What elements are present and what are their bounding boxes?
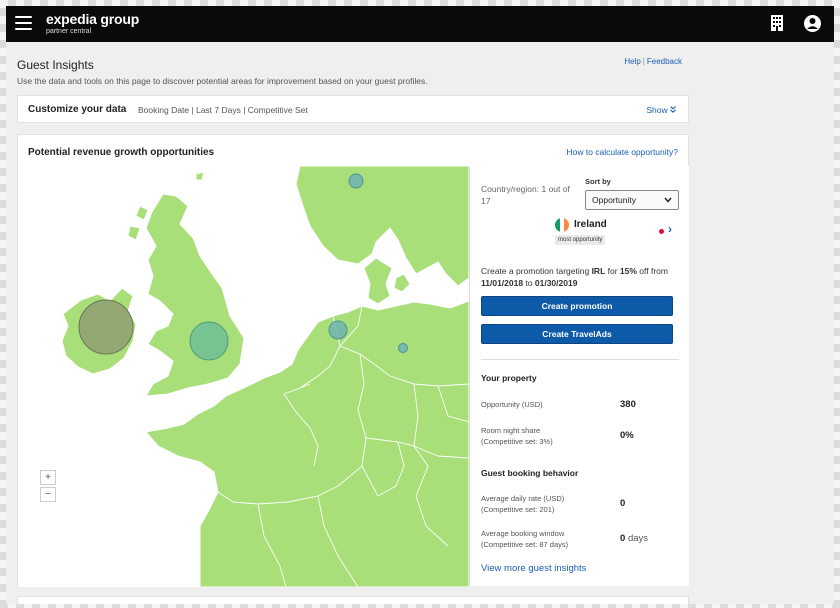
next-section-card [17,596,689,604]
customize-label: Customize your data [28,104,127,115]
bubble-netherlands[interactable] [328,320,348,340]
app-window: expedia group partner central Guest Insi… [6,6,834,604]
revenue-opportunities-card: Potential revenue growth opportunities H… [17,134,689,587]
country-region-count: Country/region: 1 out of 17 [481,184,570,206]
create-travelads-button[interactable]: Create TravelAds [481,324,673,344]
hamburger-menu-icon[interactable] [15,16,32,30]
brand-name: expedia group [46,11,140,27]
opportunity-map[interactable]: + − [18,166,469,587]
customize-filters: Booking Date | Last 7 Days | Competitive… [138,105,308,115]
bubble-norway[interactable] [348,173,364,189]
sort-by-label: Sort by [585,177,611,186]
sort-by-value: Opportunity [592,195,636,205]
top-navigation-bar: expedia group partner central [6,6,834,42]
page-description: Use the data and tools on this page to d… [17,76,428,86]
link-separator: | [642,57,645,66]
account-icon[interactable] [803,14,822,33]
help-links: Help | Feedback [624,57,682,66]
brand-subtitle: partner central [46,28,92,35]
double-chevron-down-icon [670,106,676,113]
zoom-in-button[interactable]: + [40,470,56,485]
view-more-insights-link[interactable]: View more guest insights [481,563,586,574]
promotion-suggestion: Create a promotion targeting IRL for 15%… [481,266,668,288]
room-night-share-label: Room night share (Competitive set: 3%) [481,426,553,446]
europe-map-svg [61,166,469,587]
help-link[interactable]: Help [624,57,640,66]
denmark-land [363,257,411,305]
next-country-chevron-icon[interactable]: › [668,223,672,235]
pagination-dot-icon[interactable] [659,229,664,234]
opportunity-usd-value: 380 [620,399,636,410]
opportunity-usd-label: Opportunity (USD) [481,400,543,409]
page-title: Guest Insights [17,58,94,72]
most-opportunity-badge: most opportunity [555,235,606,245]
average-daily-rate-value: 0 [620,498,626,509]
zoom-out-button[interactable]: − [40,487,56,502]
guest-booking-behavior-heading: Guest booking behavior [481,468,579,478]
brand-logo[interactable]: expedia group partner central [46,11,139,36]
sort-by-select[interactable]: Opportunity [585,190,679,210]
panel-divider [481,359,679,360]
create-promotion-button[interactable]: Create promotion [481,296,673,316]
bubble-ireland[interactable] [78,299,134,355]
booking-window-label: Average booking window (Competitive set:… [481,529,569,549]
main-content: Guest Insights Use the data and tools on… [6,42,834,604]
feedback-link[interactable]: Feedback [647,57,682,66]
building-icon[interactable] [770,14,784,32]
calculate-opportunity-link[interactable]: How to calculate opportunity? [566,147,678,157]
selected-country: Ireland [574,219,607,230]
average-daily-rate-label: Average daily rate (USD) (Competitive se… [481,494,565,514]
ireland-flag-icon [555,218,569,232]
opportunities-title: Potential revenue growth opportunities [28,147,215,158]
your-property-heading: Your property [481,373,537,383]
bubble-uk[interactable] [189,321,229,361]
bubble-germany[interactable] [398,343,408,353]
customize-data-card: Customize your data Booking Date | Last … [17,95,689,123]
show-label: Show [646,105,668,115]
land-masses [61,166,469,587]
great-britain-land [145,193,245,397]
room-night-share-value: 0% [620,430,634,441]
chevron-down-icon [664,197,672,203]
booking-window-value: 0 days [620,533,649,544]
country-detail-panel: Country/region: 1 out of 17 Sort by Oppo… [469,166,689,586]
show-toggle[interactable]: Show [646,105,676,115]
